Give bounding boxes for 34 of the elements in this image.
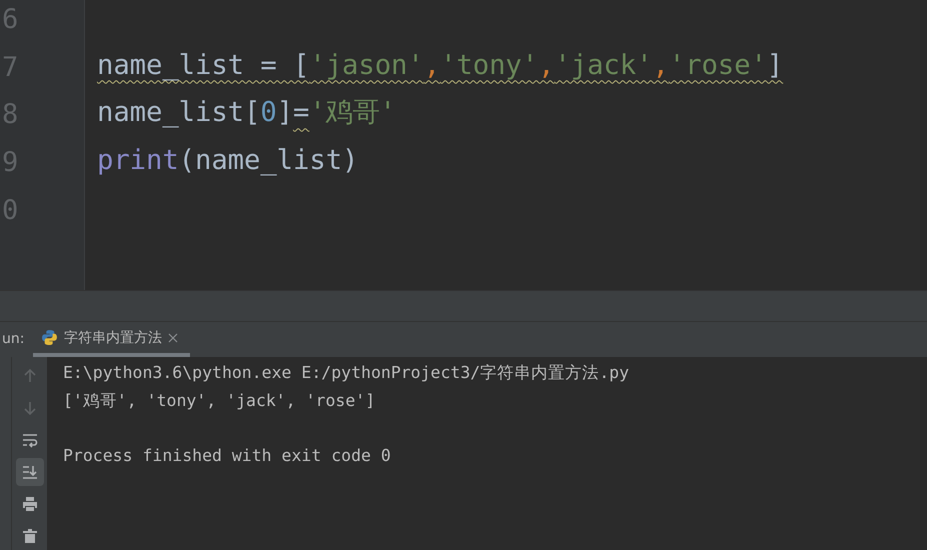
code-token: '鸡哥' [309,96,396,130]
code-token: , [424,48,440,83]
code-token: 'tony' [440,48,538,83]
console-line: E:\python3.6\python.exe E:/pythonProject3/字符串内置方法.py [63,362,630,384]
code-token: ( [178,144,196,178]
panel-label: un: [2,330,26,349]
code-token: [ [293,48,310,83]
arrow-up-icon [22,368,38,384]
code-token: = [259,48,278,83]
code-token: 'jack' [554,48,652,83]
code-token: 'rose' [668,48,767,83]
toolbar-button[interactable] [16,458,44,486]
scroll-to-end-icon [22,464,38,480]
code-token: ) [342,144,358,178]
trash-icon [22,528,38,544]
code-token: , [652,48,669,83]
python-logo-icon [41,329,58,346]
printer-icon [22,496,38,512]
arrow-down-icon [22,400,38,416]
code-token: 'jason' [309,48,424,83]
code-token: , [538,48,554,83]
code-token: = [293,96,310,130]
soft-wrap-icon [22,432,38,448]
code-token: name_list [97,48,244,83]
console-line: ['鸡哥', 'tony', 'jack', 'rose'] [63,390,376,412]
code-token: name_list [195,144,342,178]
code-token: ] [766,48,784,83]
console-line: Process finished with exit code 0 [63,444,392,467]
close-icon[interactable] [168,332,178,342]
code-token: name_list [97,96,244,130]
code-token: 0 [260,96,277,130]
code-token: print [97,144,179,178]
code-token: ] [276,96,294,130]
code-token: [ [244,96,260,130]
